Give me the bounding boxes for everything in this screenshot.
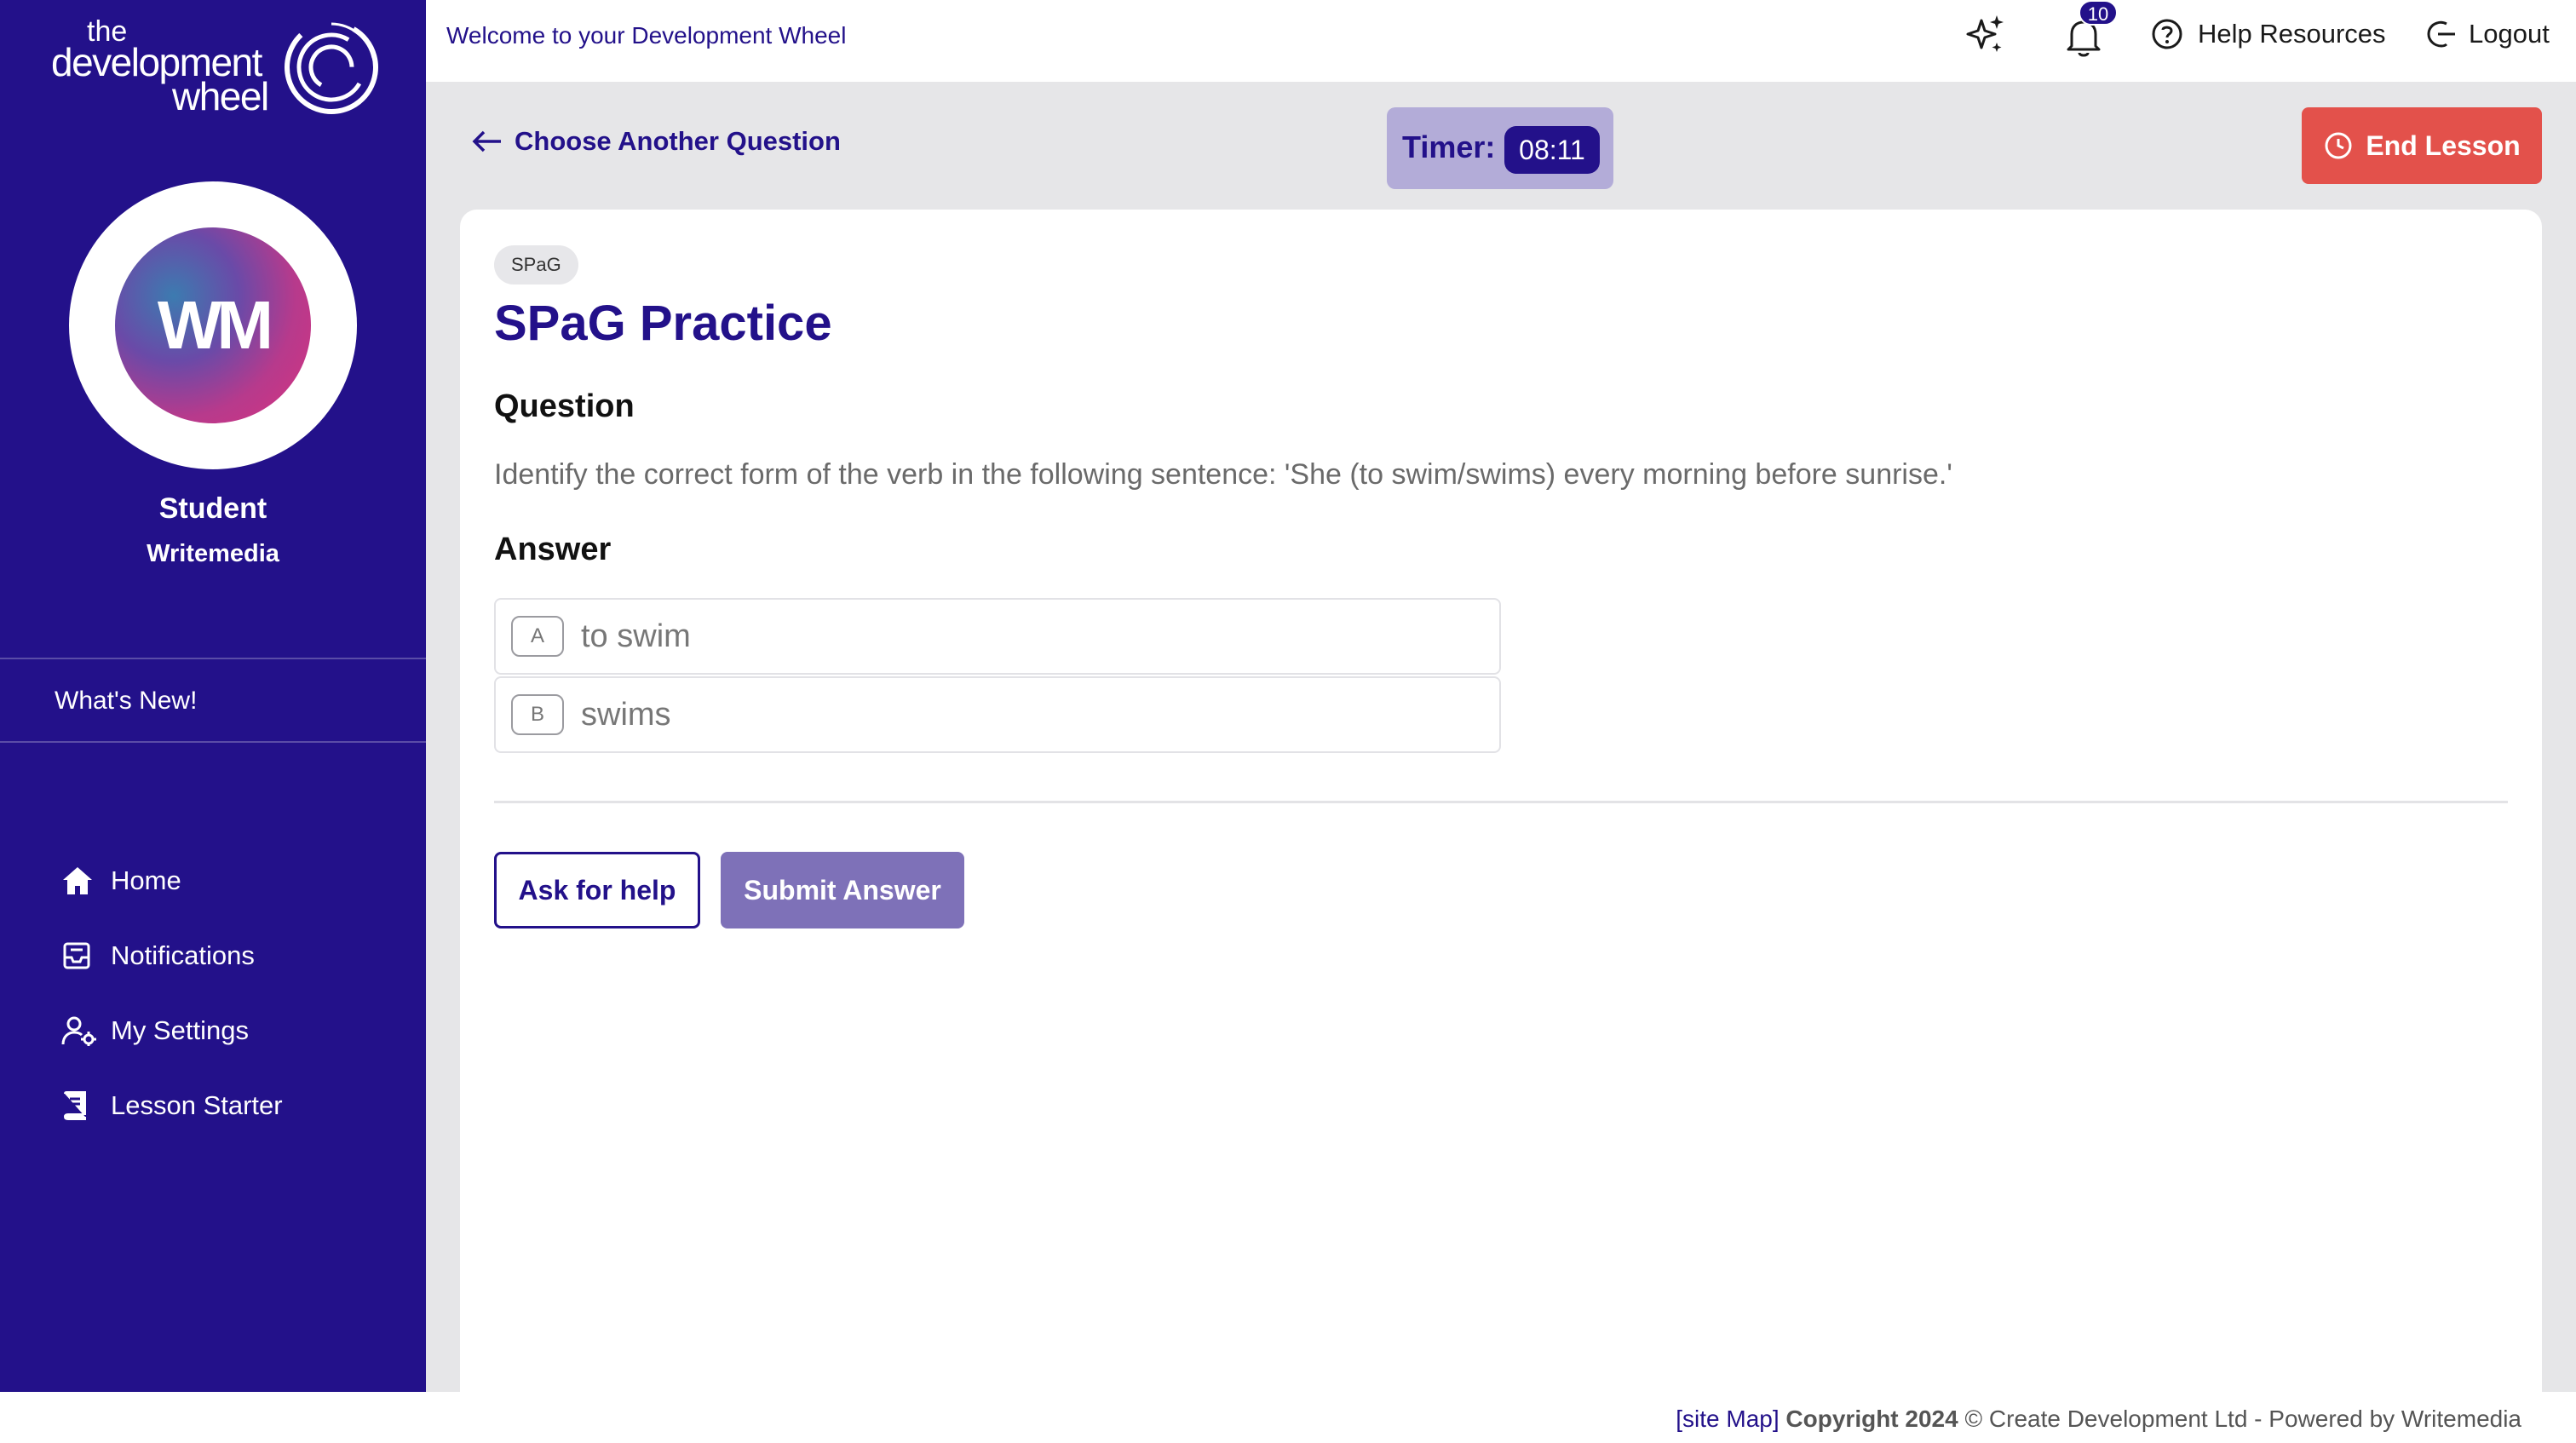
answer-heading: Answer — [494, 532, 612, 567]
timer-value: 08:11 — [1504, 126, 1600, 174]
timer-label: Timer: — [1402, 129, 1496, 164]
whats-new-link[interactable]: What's New! — [0, 658, 426, 743]
help-resources-link[interactable]: Help Resources — [2150, 17, 2386, 51]
inbox-icon — [61, 939, 99, 973]
option-text: to swim — [581, 618, 691, 654]
sidebar-item-home[interactable]: Home — [61, 843, 283, 918]
end-lesson-label: End Lesson — [2366, 129, 2521, 161]
logo-text-wheel: wheel — [172, 74, 269, 118]
option-text: swims — [581, 696, 671, 733]
arrow-left-icon — [472, 130, 501, 152]
sidebar: the development wheel WM Student Writeme… — [0, 0, 426, 1392]
option-letter: A — [511, 616, 564, 657]
lesson-timer: Timer: 08:11 — [1387, 107, 1613, 189]
copyright-owner: © Create Development Ltd - Powered by Wr… — [1964, 1406, 2521, 1432]
avatar-image: WM — [115, 227, 311, 423]
ask-for-help-button[interactable]: Ask for help — [494, 852, 700, 928]
page-title: SPaG Practice — [494, 296, 832, 351]
welcome-message: Welcome to your Development Wheel — [446, 22, 847, 49]
site-map-link[interactable]: [site Map] — [1676, 1406, 1779, 1432]
choose-another-question-link[interactable]: Choose Another Question — [470, 126, 841, 157]
question-text: Identify the correct form of the verb in… — [494, 458, 1952, 491]
help-circle-icon — [2152, 19, 2182, 49]
user-role: Student — [158, 492, 267, 525]
sidebar-item-label: Notifications — [111, 940, 255, 970]
footer: [site Map] Copyright 2024 © Create Devel… — [0, 1392, 2576, 1443]
question-heading: Question — [494, 388, 635, 424]
logout-label: Logout — [2469, 19, 2550, 49]
sidebar-item-lesson-starter[interactable]: Lesson Starter — [61, 1068, 283, 1143]
footer-text: [site Map] Copyright 2024 © Create Devel… — [1676, 1406, 2521, 1433]
answer-option-a[interactable]: A to swim — [494, 598, 1501, 675]
answer-option-b[interactable]: B swims — [494, 676, 1501, 753]
user-settings-icon — [61, 1014, 99, 1048]
sidebar-item-label: Lesson Starter — [111, 1090, 283, 1120]
avatar[interactable]: WM — [69, 181, 357, 469]
copyright-year: Copyright 2024 — [1785, 1406, 1958, 1432]
option-letter: B — [511, 694, 564, 735]
subject-tag: SPaG — [494, 245, 578, 285]
help-resources-label: Help Resources — [2198, 19, 2386, 49]
wheel-swirl-icon — [285, 20, 378, 114]
sidebar-item-my-settings[interactable]: My Settings — [61, 993, 283, 1068]
logout-icon — [2427, 20, 2455, 48]
sidebar-item-label: My Settings — [111, 1015, 249, 1045]
question-card: SPaG SPaG Practice Question Identify the… — [460, 210, 2542, 1392]
ai-sparkle-icon[interactable] — [1963, 12, 2010, 60]
submit-answer-button[interactable]: Submit Answer — [721, 852, 964, 928]
logout-link[interactable]: Logout — [2424, 17, 2550, 51]
sidebar-item-notifications[interactable]: Notifications — [61, 918, 283, 993]
notification-count-badge: 10 — [2079, 0, 2118, 26]
clock-icon — [2323, 130, 2354, 161]
choose-another-question-label: Choose Another Question — [515, 126, 841, 156]
sidebar-nav: Home Notifications My Settings Lesson St… — [61, 843, 283, 1143]
sidebar-item-label: Home — [111, 865, 181, 895]
home-icon — [61, 864, 99, 898]
user-organisation: Writemedia — [147, 540, 279, 567]
development-wheel-logo[interactable]: the development wheel — [51, 15, 383, 123]
avatar-initials: WM — [157, 287, 273, 363]
end-lesson-button[interactable]: End Lesson — [2302, 107, 2542, 184]
whats-new-label: What's New! — [55, 687, 198, 715]
top-bar: Welcome to your Development Wheel 10 Hel… — [426, 0, 2576, 82]
book-icon — [61, 1089, 99, 1123]
divider — [494, 801, 2508, 803]
